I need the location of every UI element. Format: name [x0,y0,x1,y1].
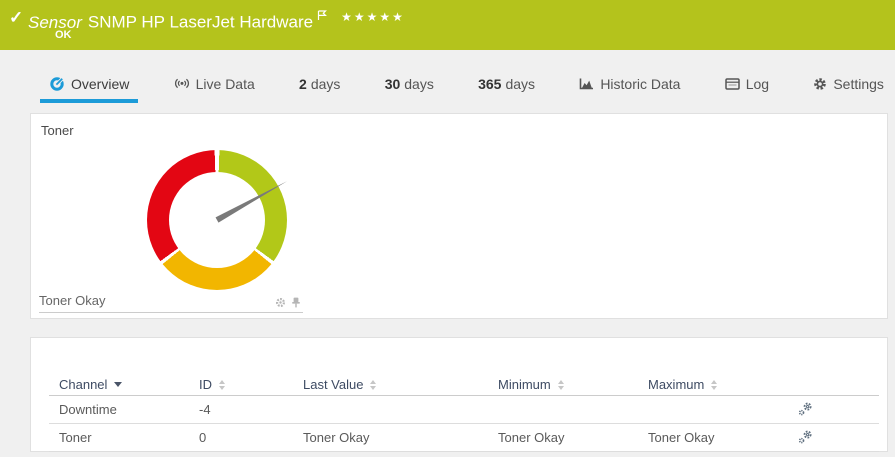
flag-icon[interactable] [317,6,327,26]
tab-overview[interactable]: Overview [40,68,138,103]
gauge-needle [215,179,288,223]
column-header-id[interactable]: ID [189,377,293,392]
tab-live-data[interactable]: Live Data [165,68,264,103]
column-header-channel[interactable]: Channel [49,377,189,392]
sort-icon [558,380,564,390]
area-chart-icon [579,77,594,90]
column-header-minimum[interactable]: Minimum [488,377,638,392]
sort-icon [711,380,717,390]
tab-label: days [404,76,434,92]
tab-historic-data[interactable]: Historic Data [570,68,689,103]
channel-table-panel: Channel ID Last Value Minimum Maximum Do… [30,337,888,452]
tab-label: days [505,76,535,92]
column-header-last-value[interactable]: Last Value [293,377,488,392]
tab-365-days[interactable]: 365days [469,68,544,103]
cell-minimum: Toner Okay [488,430,638,445]
tab-30-days[interactable]: 30days [376,68,443,103]
sensor-title: SNMP HP LaserJet Hardware [88,13,313,32]
cell-last-value: Toner Okay [293,430,488,445]
cell-id: 0 [189,430,293,445]
gauge-footer: Toner Okay [39,293,303,313]
broadcast-icon [174,77,190,90]
toner-gauge-ring [147,150,287,290]
priority-stars[interactable]: ★★★★★ [341,10,405,24]
gauge-panel-title: Toner [41,123,74,138]
tab-label: Live Data [196,76,255,92]
tab-bar: Overview Live Data 2days 30days 365days … [0,68,895,103]
sort-icon [370,380,376,390]
sensor-status-badge: OK [55,29,72,41]
pin-icon[interactable] [291,297,301,308]
channel-settings-gears-icon[interactable] [798,402,813,417]
table-row-downtime[interactable]: Downtime -4 [49,396,879,424]
gear-icon [813,77,827,91]
cell-maximum: Toner Okay [638,430,788,445]
tab-settings[interactable]: Settings [804,68,893,103]
log-icon [725,78,740,90]
sensor-header: ✓ SensorSNMP HP LaserJet Hardware★★★★★ O… [0,0,895,50]
tab-2-days[interactable]: 2days [290,68,349,103]
channel-table: Channel ID Last Value Minimum Maximum Do… [31,338,887,452]
tab-log[interactable]: Log [716,68,778,103]
gauge-status-label: Toner Okay [39,293,105,308]
tab-label: Log [746,76,769,92]
gauge-panel: Toner Toner Okay [30,113,888,319]
sort-desc-icon [114,382,122,387]
tab-label: Settings [833,76,884,92]
tab-label: Historic Data [600,76,680,92]
cell-id: -4 [189,402,293,417]
status-ok-check-icon: ✓ [9,8,23,28]
tab-label: Overview [71,76,129,92]
channel-settings-gears-icon[interactable] [798,430,813,445]
channel-table-header-row: Channel ID Last Value Minimum Maximum [49,374,879,396]
sort-icon [219,380,225,390]
table-row-toner[interactable]: Toner 0 Toner Okay Toner Okay Toner Okay [49,424,879,452]
column-header-maximum[interactable]: Maximum [638,377,788,392]
tab-label: days [311,76,341,92]
cell-channel: Downtime [49,402,189,417]
cell-channel: Toner [49,430,189,445]
gauge-settings-gear-icon[interactable] [275,297,286,308]
gauge-icon [49,76,65,92]
